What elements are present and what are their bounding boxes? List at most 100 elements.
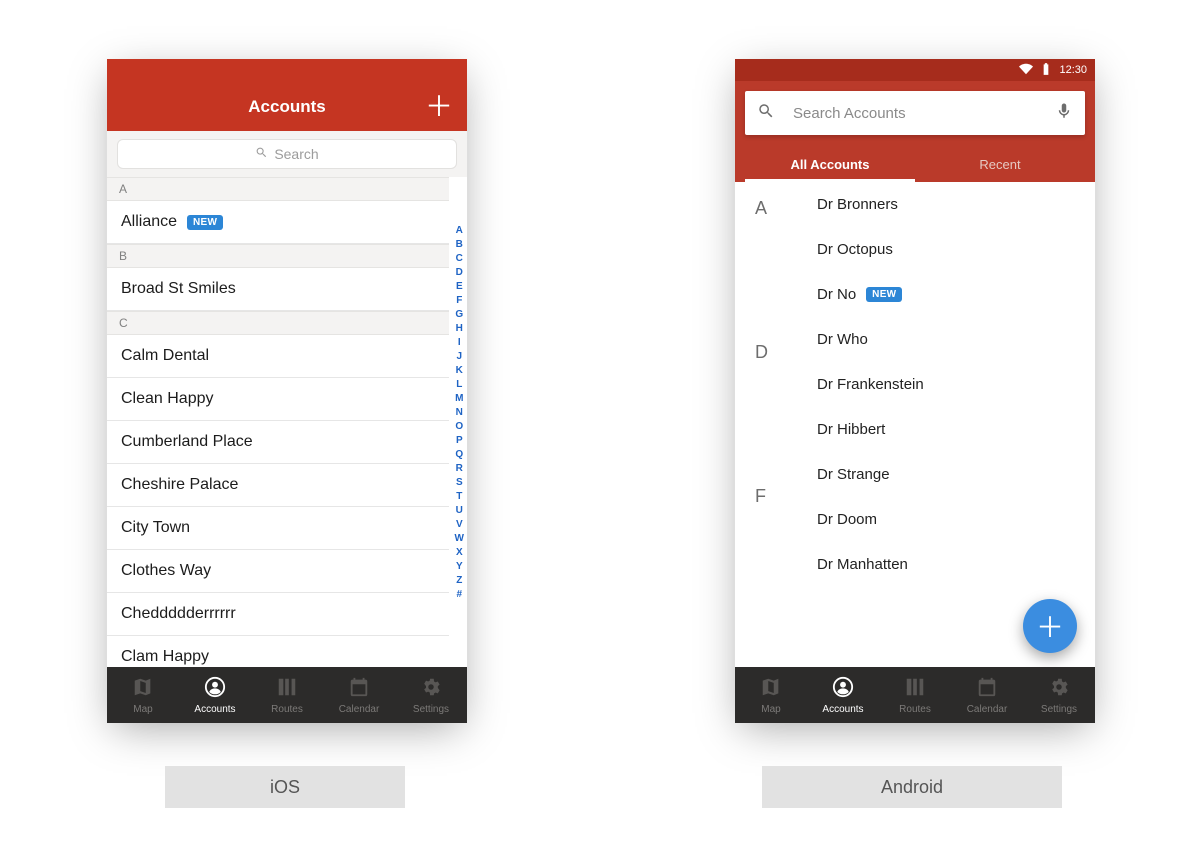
list-item[interactable]: Broad St Smiles bbox=[107, 268, 449, 311]
list-item[interactable]: Clam Happy bbox=[107, 636, 449, 667]
search-input[interactable]: Search bbox=[117, 139, 457, 169]
new-badge: NEW bbox=[866, 287, 902, 302]
battery-icon bbox=[1039, 62, 1053, 79]
list-item[interactable]: Clean Happy bbox=[107, 378, 449, 421]
tab-settings[interactable]: Settings bbox=[395, 667, 467, 723]
alpha-index-letter[interactable]: C bbox=[456, 253, 463, 265]
alpha-index-letter[interactable]: Y bbox=[456, 561, 463, 573]
tab-label: Calendar bbox=[339, 704, 380, 715]
search-placeholder: Search bbox=[274, 146, 318, 162]
tab-bar: Map Accounts Routes Calendar Settings bbox=[107, 667, 467, 723]
account-name: Clothes Way bbox=[121, 562, 211, 580]
tab-routes[interactable]: Routes bbox=[251, 667, 323, 723]
account-name: Cumberland Place bbox=[121, 433, 253, 451]
list-item[interactable]: Cumberland Place bbox=[107, 421, 449, 464]
alpha-index-letter[interactable]: Z bbox=[456, 575, 462, 587]
tab-label: Settings bbox=[413, 704, 449, 715]
tab-calendar[interactable]: Calendar bbox=[323, 667, 395, 723]
alpha-index-letter[interactable]: B bbox=[456, 239, 463, 251]
alpha-index-letter[interactable]: R bbox=[456, 463, 463, 475]
alpha-index-letter[interactable]: I bbox=[458, 337, 461, 349]
section-header-a: A bbox=[735, 198, 767, 219]
account-name: Alliance bbox=[121, 213, 177, 231]
alpha-index-letter[interactable]: U bbox=[456, 505, 463, 517]
list-item[interactable]: Dr Octopus bbox=[817, 227, 1095, 272]
tab-accounts[interactable]: Accounts bbox=[179, 667, 251, 723]
account-name: Clam Happy bbox=[121, 648, 209, 666]
alpha-index-letter[interactable]: K bbox=[456, 365, 463, 377]
alpha-index-letter[interactable]: # bbox=[456, 589, 462, 601]
list-item[interactable]: Alliance NEW bbox=[107, 201, 449, 244]
segmented-tabs: All Accounts Recent bbox=[745, 145, 1085, 182]
list-item[interactable]: Clothes Way bbox=[107, 550, 449, 593]
alpha-index-letter[interactable]: M bbox=[455, 393, 463, 405]
account-name: Cheddddderrrrrr bbox=[121, 605, 236, 623]
list-item[interactable]: Dr Strange bbox=[817, 452, 1095, 497]
alpha-index-letter[interactable]: G bbox=[455, 309, 463, 321]
alpha-index-letter[interactable]: Q bbox=[455, 449, 463, 461]
alpha-index-letter[interactable]: D bbox=[456, 267, 463, 279]
alpha-index-letter[interactable]: P bbox=[456, 435, 463, 447]
tab-label: Routes bbox=[899, 704, 931, 715]
list-item[interactable]: Dr Hibbert bbox=[817, 407, 1095, 452]
alpha-index-letter[interactable]: L bbox=[456, 379, 462, 391]
list-item[interactable]: Dr Bronners bbox=[817, 182, 1095, 227]
alpha-index-letter[interactable]: E bbox=[456, 281, 463, 293]
tab-label: Routes bbox=[271, 704, 303, 715]
alpha-index-letter[interactable]: T bbox=[456, 491, 462, 503]
search-input[interactable]: Search Accounts bbox=[745, 91, 1085, 135]
tab-map[interactable]: Map bbox=[107, 667, 179, 723]
add-account-button[interactable]: ＋ bbox=[425, 93, 453, 121]
list-item[interactable]: Cheshire Palace bbox=[107, 464, 449, 507]
tab-map[interactable]: Map bbox=[735, 667, 807, 723]
list-item[interactable]: Cheddddderrrrrr bbox=[107, 593, 449, 636]
tab-settings[interactable]: Settings bbox=[1023, 667, 1095, 723]
alpha-index-letter[interactable]: W bbox=[455, 533, 464, 545]
alpha-index-letter[interactable]: H bbox=[456, 323, 463, 335]
list-item[interactable]: Dr Doom bbox=[817, 497, 1095, 542]
tab-accounts[interactable]: Accounts bbox=[807, 667, 879, 723]
phone-android: 12:30 Search Accounts All Accounts Recen… bbox=[735, 59, 1095, 723]
plus-icon: ＋ bbox=[1036, 606, 1064, 646]
mic-icon[interactable] bbox=[1055, 102, 1073, 125]
tab-calendar[interactable]: Calendar bbox=[951, 667, 1023, 723]
tab-label: Map bbox=[133, 704, 152, 715]
tab-label: Calendar bbox=[967, 704, 1008, 715]
add-account-fab[interactable]: ＋ bbox=[1023, 599, 1077, 653]
tab-bar: Map Accounts Routes Calendar Settings bbox=[735, 667, 1095, 723]
alpha-index-letter[interactable]: O bbox=[455, 421, 463, 433]
list-item[interactable]: Calm Dental bbox=[107, 335, 449, 378]
list-item[interactable]: Dr Frankenstein bbox=[817, 362, 1095, 407]
account-name: Dr Frankenstein bbox=[817, 376, 924, 393]
alpha-index[interactable]: ABCDEFGHIJKLMNOPQRSTUVWXYZ # bbox=[455, 225, 464, 667]
tab-recent[interactable]: Recent bbox=[915, 145, 1085, 182]
alpha-index-letter[interactable]: J bbox=[456, 351, 462, 363]
tab-all-accounts[interactable]: All Accounts bbox=[745, 145, 915, 182]
routes-icon bbox=[276, 676, 298, 701]
map-icon bbox=[760, 676, 782, 701]
alpha-index-letter[interactable]: S bbox=[456, 477, 463, 489]
alpha-index-letter[interactable]: A bbox=[456, 225, 463, 237]
gear-icon bbox=[420, 676, 442, 701]
section-header-a: A bbox=[107, 177, 449, 201]
account-icon bbox=[204, 676, 226, 701]
list-item[interactable]: Dr No NEW bbox=[817, 272, 1095, 317]
tab-routes[interactable]: Routes bbox=[879, 667, 951, 723]
list-item[interactable]: Dr Who bbox=[817, 317, 1095, 362]
tab-label: Accounts bbox=[194, 704, 235, 715]
list-item[interactable]: Dr Manhatten bbox=[817, 542, 1095, 587]
alpha-index-letter[interactable]: F bbox=[456, 295, 462, 307]
alpha-index-letter[interactable]: N bbox=[456, 407, 463, 419]
account-name: Dr No bbox=[817, 286, 856, 303]
status-bar: 12:30 bbox=[735, 59, 1095, 81]
page-title: Accounts bbox=[248, 97, 325, 117]
alpha-index-letter[interactable]: X bbox=[456, 547, 463, 559]
alpha-index-letter[interactable]: V bbox=[456, 519, 463, 531]
search-placeholder: Search Accounts bbox=[793, 105, 1037, 122]
gear-icon bbox=[1048, 676, 1070, 701]
accounts-list: A D F Dr Bronners Dr Octopus Dr No NEW D… bbox=[735, 182, 1095, 667]
account-name: Dr Octopus bbox=[817, 241, 893, 258]
search-icon bbox=[255, 146, 268, 162]
section-header-b: B bbox=[107, 244, 449, 268]
list-item[interactable]: City Town bbox=[107, 507, 449, 550]
